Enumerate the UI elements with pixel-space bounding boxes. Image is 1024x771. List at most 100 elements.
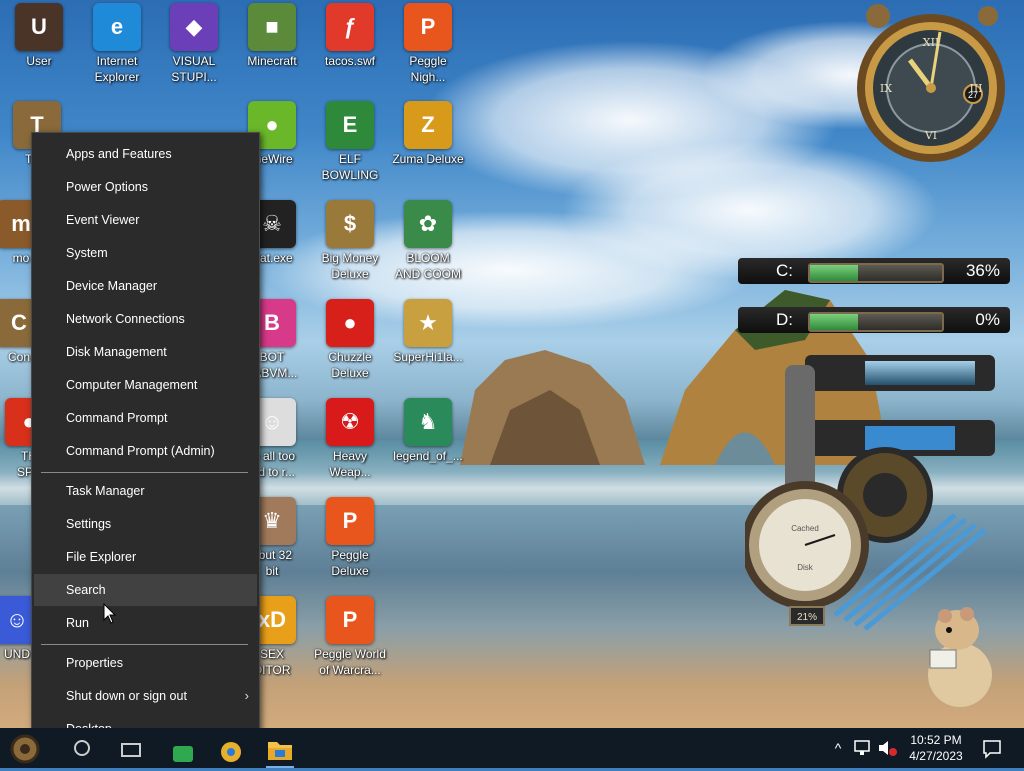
- menu-item-apps-and-features[interactable]: Apps and Features: [34, 138, 257, 170]
- desktop-icon[interactable]: Z Zuma Deluxe: [389, 101, 467, 167]
- menu-item-command-prompt[interactable]: Command Prompt: [34, 402, 257, 434]
- flower-icon: ✿: [404, 200, 452, 248]
- drive-usage-fill: [810, 265, 858, 281]
- menu-item-power-options[interactable]: Power Options: [34, 171, 257, 203]
- desktop-icon-label: Internet Explorer: [94, 54, 140, 84]
- menu-item-disk-management[interactable]: Disk Management: [34, 336, 257, 368]
- peggle-icon: P: [404, 3, 452, 51]
- menu-item-computer-management[interactable]: Computer Management: [34, 369, 257, 401]
- menu-item-label: Shut down or sign out: [66, 689, 187, 703]
- zuma-icon: Z: [404, 101, 452, 149]
- flash-file-icon: ƒ: [326, 3, 374, 51]
- desktop-icon[interactable]: P Peggle World of Warcra...: [311, 596, 389, 678]
- taskbar-search-button[interactable]: [70, 736, 96, 762]
- desktop-icon[interactable]: P Peggle Nigh...: [389, 3, 467, 85]
- desktop-icon-label: Peggle World of Warcra...: [314, 647, 386, 677]
- drive-letter-label: D:: [776, 310, 793, 329]
- desktop-icon[interactable]: ☢ Heavy Weap...: [311, 398, 389, 480]
- notification-icon: [983, 740, 1001, 759]
- desktop-icon[interactable]: ★ SuperHi1la...: [389, 299, 467, 365]
- menu-item-system[interactable]: System: [34, 237, 257, 269]
- menu-item-event-viewer[interactable]: Event Viewer: [34, 204, 257, 236]
- desktop-icon[interactable]: $ Big Money Deluxe: [311, 200, 389, 282]
- pixel-dog-icon: ★: [404, 299, 452, 347]
- drive-letter-label: C:: [776, 261, 793, 280]
- pixel-hero-icon: ♞: [404, 398, 452, 446]
- desktop-icon[interactable]: e Internet Explorer: [78, 3, 156, 85]
- network-tray-button[interactable]: [852, 728, 874, 768]
- desktop-icon-label: Zuma Deluxe: [392, 152, 464, 166]
- menu-separator: [41, 472, 248, 473]
- svg-text:XII: XII: [923, 36, 940, 49]
- drive-usage-bar: [808, 263, 944, 283]
- menu-item-label: Disk Management: [66, 345, 167, 359]
- desktop-icon-label: tacos.swf: [324, 54, 375, 68]
- volume-tray-button[interactable]: [876, 728, 898, 768]
- menu-item-label: Device Manager: [66, 279, 158, 293]
- menu-item-label: Command Prompt: [66, 411, 168, 425]
- menu-item-label: Computer Management: [66, 378, 198, 392]
- menu-item-network-connections[interactable]: Network Connections: [34, 303, 257, 335]
- menu-item-settings[interactable]: Settings: [34, 508, 257, 540]
- visual-studio-icon: ◆: [170, 3, 218, 51]
- folder-icon: [268, 742, 292, 760]
- drive-usage-fill: [810, 314, 858, 330]
- desktop-icon[interactable]: ✿ BLOOM AND COOM: [389, 200, 467, 282]
- menu-separator: [41, 644, 248, 645]
- menu-item-label: Apps and Features: [66, 147, 172, 161]
- menu-item-device-manager[interactable]: Device Manager: [34, 270, 257, 302]
- menu-item-command-prompt-admin[interactable]: Command Prompt (Admin): [34, 435, 257, 467]
- steampunk-cpu-gauge-widget[interactable]: Cached Disk 21%: [745, 345, 1000, 630]
- desktop-icon[interactable]: ƒ tacos.swf: [311, 3, 389, 69]
- desktop-icon[interactable]: ■ Minecraft: [233, 3, 311, 69]
- network-icon: [854, 740, 870, 755]
- chrome-icon: [221, 742, 241, 762]
- desktop-icon[interactable]: ◆ VISUAL STUPI...: [155, 3, 233, 85]
- menu-item-properties[interactable]: Properties: [34, 647, 257, 679]
- steampunk-clock-widget[interactable]: XII III VI IX 27: [848, 2, 1010, 170]
- menu-item-label: Command Prompt (Admin): [66, 444, 215, 458]
- drive-usage-row[interactable]: C: 36%: [738, 258, 1010, 284]
- clock-tray-button[interactable]: 10:52 PM 4/27/2023: [900, 728, 972, 768]
- search-icon: [74, 740, 90, 756]
- desktop-icon-label: SuperHi1la...: [393, 350, 463, 364]
- desktop-icon-label: User: [26, 54, 52, 68]
- desktop-icon[interactable]: P Peggle Deluxe: [311, 497, 389, 579]
- show-hidden-icons-button[interactable]: ^: [828, 728, 848, 768]
- drive-usage-row[interactable]: D: 0%: [738, 307, 1010, 333]
- steampunk-start-icon: [10, 734, 40, 764]
- action-center-button[interactable]: [980, 728, 1004, 768]
- desktop-icon-label: Peggle Deluxe: [331, 548, 369, 578]
- taskbar-app-green[interactable]: [170, 736, 196, 762]
- desktop-icon-label: Chuzzle Deluxe: [328, 350, 372, 380]
- task-view-button[interactable]: [118, 736, 144, 762]
- menu-item-search[interactable]: Search: [34, 574, 257, 606]
- menu-item-task-manager[interactable]: Task Manager: [34, 475, 257, 507]
- desktop-icon[interactable]: ● Chuzzle Deluxe: [311, 299, 389, 381]
- menu-item-label: Search: [66, 583, 106, 597]
- start-button[interactable]: [8, 732, 42, 764]
- taskbar-app-chrome[interactable]: [218, 736, 244, 762]
- task-view-icon: [121, 743, 141, 757]
- taskbar-date: 4/27/2023: [909, 749, 963, 763]
- menu-item-shut-down-or-sign-out[interactable]: Shut down or sign out ›: [34, 680, 257, 712]
- desktop-icon[interactable]: E ELF BOWLING: [311, 101, 389, 183]
- drive-usage-percent: 0%: [975, 310, 1000, 329]
- taskbar-app-file-explorer[interactable]: [266, 736, 294, 762]
- elf-bowling-icon: E: [326, 101, 374, 149]
- svg-text:VI: VI: [924, 129, 937, 142]
- menu-item-label: Event Viewer: [66, 213, 140, 227]
- menu-item-label: Power Options: [66, 180, 148, 194]
- edge-icon: e: [93, 3, 141, 51]
- radiation-icon: ☢: [326, 398, 374, 446]
- hamster-reading-widget[interactable]: [915, 600, 995, 710]
- menu-item-run[interactable]: Run: [34, 607, 257, 639]
- svg-text:IX: IX: [880, 82, 892, 95]
- desktop-icon-label: Heavy Weap...: [329, 449, 371, 479]
- desktop-icon[interactable]: U User: [0, 3, 78, 69]
- menu-item-file-explorer[interactable]: File Explorer: [34, 541, 257, 573]
- peggle-icon: P: [326, 497, 374, 545]
- peggle-icon: P: [326, 596, 374, 644]
- taskbar: ^ 10:52 PM 4/27/2023: [0, 728, 1024, 768]
- desktop-icon[interactable]: ♞ legend_of_...: [389, 398, 467, 464]
